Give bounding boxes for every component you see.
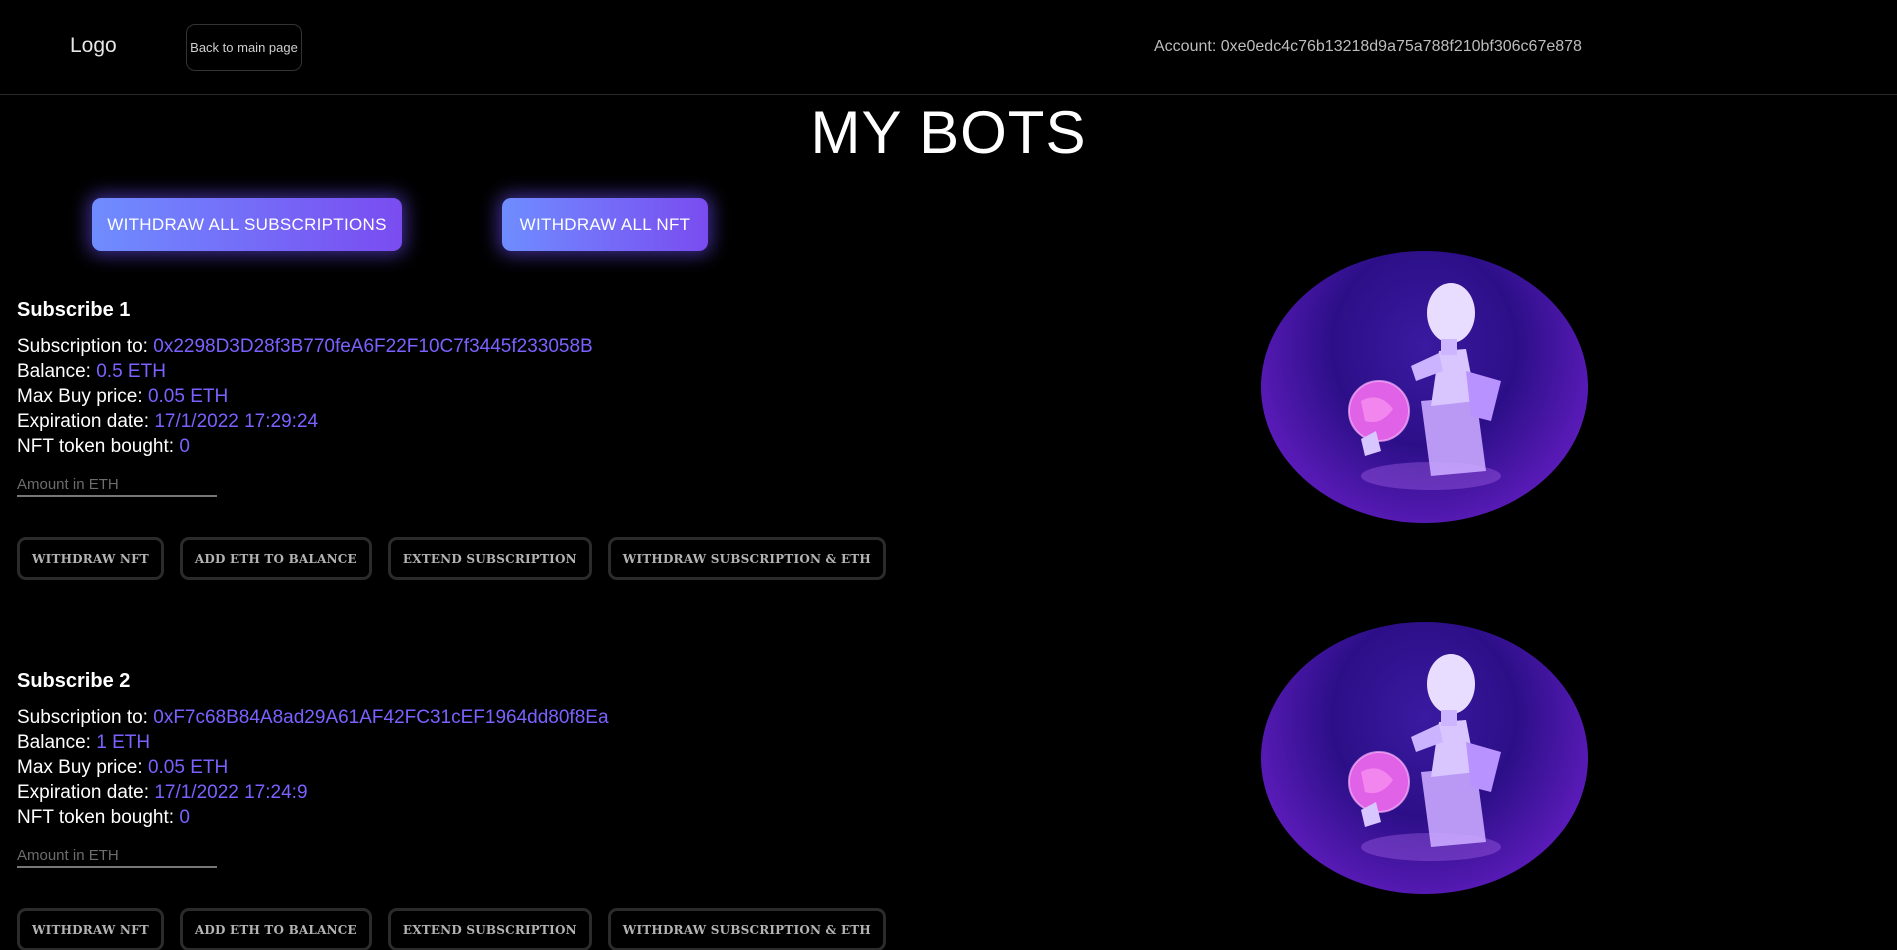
extend-subscription-button[interactable]: EXTEND SUBSCRIPTION (387, 537, 592, 580)
balance-value: 0.5 ETH (96, 361, 166, 382)
balance-value: 1 ETH (96, 732, 151, 753)
withdraw-subscription-eth-button[interactable]: WITHDRAW SUBSCRIPTION & ETH (607, 537, 886, 580)
expiration-date-value: 17/1/2022 17:29:24 (154, 411, 319, 432)
subscription-to-label: Subscription to: (17, 336, 154, 357)
page-title: MY BOTS (810, 99, 1087, 166)
withdraw-nft-button[interactable]: WITHDRAW NFT (17, 908, 164, 950)
withdraw-all-nft-button[interactable]: WITHDRAW ALL NFT (502, 198, 708, 251)
max-buy-price-value: 0.05 ETH (147, 757, 229, 778)
amount-input[interactable] (17, 473, 217, 497)
nft-bought-value: 0 (179, 807, 190, 828)
nft-bought-label: NFT token bought: (17, 807, 180, 828)
subscription-to-value: 0x2298D3D28f3B770feA6F22F10C7f3445f23305… (153, 336, 593, 357)
max-buy-price-value: 0.05 ETH (147, 386, 229, 407)
add-eth-to-balance-button[interactable]: ADD ETH TO BALANCE (179, 908, 372, 950)
balance-label: Balance: (17, 732, 97, 753)
bot-image (1261, 251, 1588, 523)
amount-input[interactable] (17, 844, 217, 868)
max-buy-price-label: Max Buy price: (17, 386, 148, 407)
add-eth-to-balance-button[interactable]: ADD ETH TO BALANCE (179, 537, 372, 580)
robot-illustration (1348, 654, 1501, 861)
withdraw-nft-button[interactable]: WITHDRAW NFT (17, 537, 164, 580)
bot-image (1261, 622, 1588, 894)
nft-bought-label: NFT token bought: (17, 436, 180, 457)
subscription-to-value: 0xF7c68B84A8ad29A61AF42FC31cEF1964dd80f8… (153, 707, 609, 728)
subscription-to-label: Subscription to: (17, 707, 154, 728)
withdraw-all-subscriptions-button[interactable]: WITHDRAW ALL SUBSCRIPTIONS (92, 198, 402, 251)
app-root: Logo Back to main page Account: 0xe0edc4… (0, 0, 1897, 950)
expiration-date-value: 17/1/2022 17:24:9 (154, 782, 308, 803)
robot-illustration (1348, 283, 1501, 490)
expiration-date-label: Expiration date: (17, 411, 155, 432)
subscription-actions: WITHDRAW NFT ADD ETH TO BALANCE EXTEND S… (17, 908, 1617, 950)
subscription-actions: WITHDRAW NFT ADD ETH TO BALANCE EXTEND S… (17, 537, 1617, 580)
max-buy-price-label: Max Buy price: (17, 757, 148, 778)
expiration-date-label: Expiration date: (17, 782, 155, 803)
extend-subscription-button[interactable]: EXTEND SUBSCRIPTION (387, 908, 592, 950)
balance-label: Balance: (17, 361, 97, 382)
logo[interactable]: Logo (70, 34, 117, 58)
account-address: Account: 0xe0edc4c76b13218d9a75a788f210b… (1154, 38, 1582, 55)
nft-bought-value: 0 (179, 436, 190, 457)
back-to-main-button[interactable]: Back to main page (186, 24, 302, 71)
top-header: Logo Back to main page Account: 0xe0edc4… (0, 0, 1897, 95)
withdraw-subscription-eth-button[interactable]: WITHDRAW SUBSCRIPTION & ETH (607, 908, 886, 950)
